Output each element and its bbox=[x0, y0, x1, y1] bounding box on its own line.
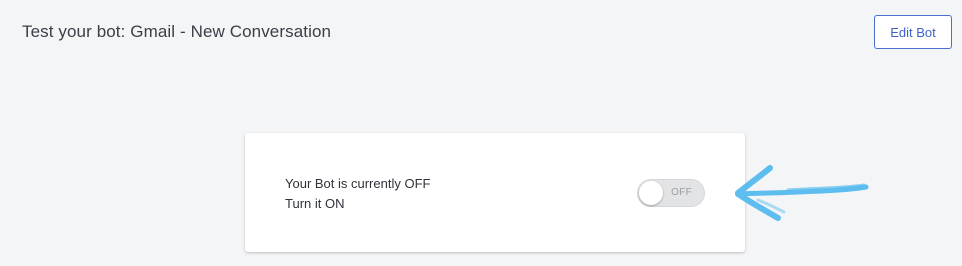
toggle-state-label: OFF bbox=[671, 187, 692, 198]
page-title: Test your bot: Gmail - New Conversation bbox=[22, 22, 332, 41]
bot-status-card: Your Bot is currently OFF Turn it ON OFF bbox=[245, 133, 745, 252]
turn-on-prompt: Turn it ON bbox=[285, 196, 345, 211]
bot-power-toggle[interactable]: OFF bbox=[637, 179, 705, 207]
hand-drawn-arrow-icon bbox=[735, 165, 869, 221]
status-text: Your Bot is currently OFF Turn it ON bbox=[285, 174, 430, 214]
toggle-knob[interactable] bbox=[639, 181, 663, 205]
bot-status-line: Your Bot is currently OFF bbox=[285, 176, 431, 191]
edit-bot-button[interactable]: Edit Bot bbox=[874, 15, 952, 49]
